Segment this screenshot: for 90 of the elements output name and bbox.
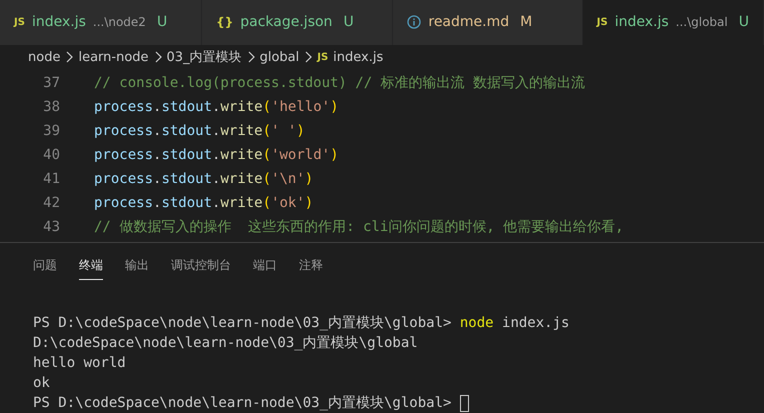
code-function: write (220, 170, 263, 187)
breadcrumb-item[interactable]: learn-node (78, 50, 149, 65)
code-identifier: process (94, 146, 154, 163)
terminal-text: index.js (501, 315, 570, 331)
code-identifier: stdout (161, 146, 212, 163)
line-number: 40 (42, 146, 61, 163)
git-status: U (156, 14, 168, 30)
code-function: write (220, 146, 263, 163)
code-function: write (220, 122, 263, 139)
code-identifier: stdout (161, 170, 212, 187)
terminal-text: D:\codeSpace\node\learn-node\03_内置模块\global (33, 334, 418, 352)
code-bracket: ) (330, 98, 339, 115)
code-function: write (220, 194, 263, 211)
breadcrumb-item[interactable]: global (260, 50, 300, 65)
code-bracket: ( (262, 146, 272, 163)
code-punctuation: . (212, 122, 220, 139)
code-punctuation: . (212, 98, 220, 115)
code-bracket: ( (262, 122, 272, 139)
code-identifier: process (94, 194, 154, 211)
tab-path: ...\node2 (92, 15, 146, 30)
panel-tab[interactable]: 问题 (33, 257, 57, 279)
git-status: U (738, 14, 749, 30)
code-identifier: stdout (161, 98, 212, 115)
code-punctuation: . (212, 146, 220, 163)
code-punctuation: . (153, 146, 162, 163)
code-bracket: ( (262, 98, 272, 115)
terminal-text: ok (33, 375, 50, 391)
code-identifier: stdout (161, 194, 212, 211)
code-punctuation: . (212, 170, 220, 187)
git-status: M (520, 14, 532, 30)
panel-tab[interactable]: 输出 (125, 257, 149, 279)
code-string: 'ok' (271, 194, 305, 211)
code-string: '\n' (271, 170, 305, 187)
code-bracket: ) (296, 122, 305, 139)
javascript-file-icon: JS (596, 16, 608, 28)
tab-path: ...\global (676, 15, 728, 30)
panel-tab[interactable]: 端口 (253, 257, 277, 279)
code-bracket: ) (304, 170, 314, 187)
editor-tab[interactable]: JS index.js ...\global U (582, 0, 764, 45)
tab-filename: index.js (614, 14, 669, 30)
chevron-right-icon (246, 51, 255, 64)
javascript-file-icon: JS (317, 52, 328, 63)
code-string: 'world' (271, 146, 330, 163)
breadcrumb-item[interactable]: index.js (333, 50, 384, 65)
line-number: 41 (42, 170, 61, 187)
code-punctuation: . (212, 194, 220, 211)
panel-tab[interactable]: 注释 (299, 257, 323, 279)
terminal-command: node (460, 315, 494, 331)
tab-filename: index.js (32, 14, 86, 30)
chevron-right-icon (304, 51, 312, 64)
panel-tab[interactable]: 终端 (79, 257, 103, 280)
tab-filename: package.json (240, 14, 332, 30)
javascript-file-icon: JS (14, 16, 25, 28)
tab-filename: readme.md (428, 14, 510, 30)
code-bracket: ( (262, 194, 272, 211)
terminal-text: PS D:\codeSpace\node\learn-node\03_内置模块\global> (33, 314, 452, 332)
terminal-text: hello world (33, 355, 126, 371)
json-file-icon: {} (216, 15, 234, 30)
editor-tab[interactable]: {} package.json U (202, 0, 394, 45)
line-number: 38 (42, 98, 61, 115)
code-string: 'hello' (271, 98, 330, 115)
info-icon (407, 15, 422, 30)
code-identifier: process (94, 98, 154, 115)
line-number: 43 (42, 218, 61, 235)
chevron-right-icon (154, 51, 162, 64)
git-status: U (343, 14, 354, 30)
panel-tab[interactable]: 调试控制台 (171, 257, 231, 279)
breadcrumb-item[interactable]: node (28, 50, 60, 65)
code-identifier: process (94, 122, 154, 139)
terminal-text: PS D:\codeSpace\node\learn-node\03_内置模块\global> (33, 394, 452, 412)
code-punctuation: . (153, 170, 162, 187)
code-string: ' ' (271, 122, 296, 139)
code-comment: // console.log(process.stdout) // 标准的输出流 数据写入的输出流 (94, 74, 586, 91)
line-number: 39 (42, 122, 61, 139)
code-punctuation: . (153, 122, 162, 139)
code-identifier: process (94, 170, 154, 187)
line-number: 37 (42, 74, 61, 91)
code-comment: // 做数据写入的操作 这些东西的作用: cli问你问题的时候, 他需要输出给你看, (94, 218, 624, 235)
code-bracket: ( (262, 170, 272, 187)
code-punctuation: . (153, 98, 162, 115)
code-function: write (220, 98, 263, 115)
code-bracket: ) (330, 146, 339, 163)
editor-tab[interactable]: readme.md M (393, 0, 583, 45)
line-number: 42 (42, 194, 61, 211)
code-punctuation: . (153, 194, 162, 211)
breadcrumb-item[interactable]: 03_内置模块 (166, 48, 242, 66)
editor-tab[interactable]: JS index.js ...\node2 U (0, 0, 202, 45)
code-bracket: ) (304, 194, 314, 211)
chevron-right-icon (65, 51, 74, 64)
code-identifier: stdout (161, 122, 212, 139)
